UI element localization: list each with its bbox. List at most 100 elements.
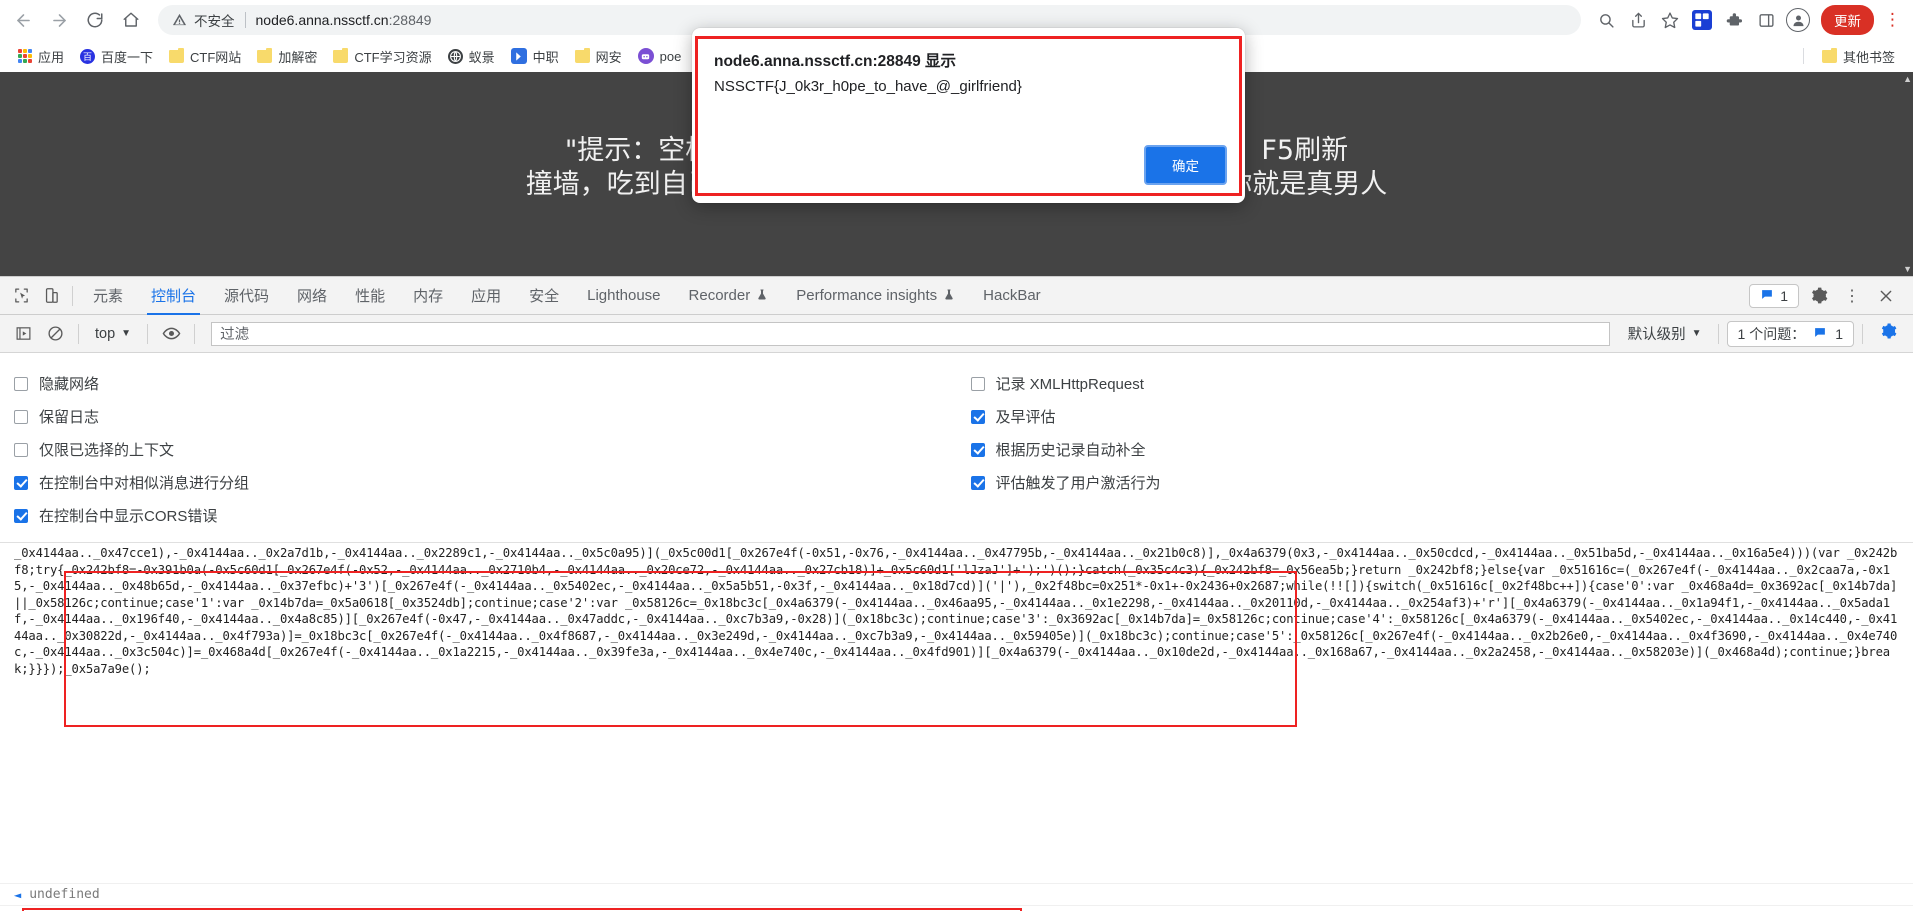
console-result-value: undefined <box>29 887 100 902</box>
extensions-puzzle-icon[interactable] <box>1719 5 1749 35</box>
bookmark-star-icon[interactable] <box>1655 5 1685 35</box>
log-level-selector[interactable]: 默认级别 ▼ <box>1620 323 1710 344</box>
dialog-ok-button[interactable]: 确定 <box>1144 145 1227 185</box>
setting-hide-network[interactable]: 隐藏网络 <box>14 367 957 400</box>
bookmark-label: poe <box>659 48 682 64</box>
devtools-settings-gear-icon[interactable] <box>1803 282 1833 310</box>
bookmark-baidu[interactable]: 百 百度一下 <box>72 44 161 69</box>
not-secure-label: 不安全 <box>194 14 235 29</box>
back-button[interactable] <box>6 3 40 37</box>
tab-lighthouse[interactable]: Lighthouse <box>573 277 674 315</box>
setting-label: 仅限已选择的上下文 <box>39 442 175 459</box>
console-settings-panel: 隐藏网络 保留日志 仅限已选择的上下文 在控制台中对相似消息进行分组 在控制台中… <box>0 353 1913 543</box>
checkbox[interactable] <box>970 475 985 490</box>
bookmark-poe[interactable]: poe <box>630 45 690 67</box>
tab-application[interactable]: 应用 <box>457 277 515 315</box>
settings-column-right: 记录 XMLHttpRequest 及早评估 根据历史记录自动补全 评估触发了用… <box>957 367 1913 532</box>
issues-count: 1 <box>1835 325 1843 342</box>
tab-security[interactable]: 安全 <box>515 277 573 315</box>
issue-bubble-icon <box>1813 326 1827 342</box>
console-output-area[interactable]: _0x4144aa.._0x47cce1),-_0x4144aa.._0x2a7… <box>0 543 1913 883</box>
bookmark-yijing[interactable]: 蚁景 <box>440 44 503 69</box>
bookmark-ctf-resources[interactable]: CTF学习资源 <box>325 44 439 69</box>
inspect-element-icon[interactable] <box>6 282 36 310</box>
setting-show-cors-errors[interactable]: 在控制台中显示CORS错误 <box>14 499 957 532</box>
execute-snippet-icon[interactable] <box>8 320 38 348</box>
device-toolbar-icon[interactable] <box>36 282 66 310</box>
profile-avatar-icon[interactable] <box>1783 5 1813 35</box>
devtools-more-options-icon[interactable]: ⋮ <box>1837 282 1867 310</box>
setting-autocomplete-from-history[interactable]: 根据历史记录自动补全 <box>970 433 1913 466</box>
setting-log-xhr[interactable]: 记录 XMLHttpRequest <box>970 367 1913 400</box>
bookmark-label: 百度一下 <box>101 49 154 65</box>
console-filter-input[interactable]: 过滤 <box>211 321 1610 346</box>
setting-user-activation[interactable]: 评估触发了用户激活行为 <box>970 466 1913 499</box>
checkbox[interactable] <box>14 475 28 490</box>
forward-button[interactable] <box>42 3 76 37</box>
devtools-panel: 元素 控制台 源代码 网络 性能 内存 应用 安全 Lighthouse Rec… <box>0 276 1913 911</box>
execution-context-label: top <box>95 325 116 342</box>
chrome-menu-icon[interactable]: ⋮ <box>1878 10 1907 30</box>
checkbox[interactable] <box>14 409 28 424</box>
omnibox-divider <box>244 12 246 28</box>
share-icon[interactable] <box>1623 5 1653 35</box>
checkbox[interactable] <box>14 376 28 391</box>
url-port: :28849 <box>388 12 432 28</box>
execution-context-selector[interactable]: top ▼ <box>87 326 139 342</box>
bookmark-crypto[interactable]: 加解密 <box>249 44 325 69</box>
message-count: 1 <box>1780 287 1788 304</box>
bookmark-apps[interactable]: 应用 <box>10 44 72 69</box>
devtools-close-icon[interactable] <box>1871 282 1901 310</box>
tab-label: 元素 <box>93 288 124 305</box>
scroll-up-icon[interactable]: ▲ <box>1903 74 1912 84</box>
setting-selected-context-only[interactable]: 仅限已选择的上下文 <box>14 433 957 466</box>
tab-memory[interactable]: 内存 <box>399 277 457 315</box>
checkbox[interactable] <box>970 409 985 424</box>
tab-performance-insights[interactable]: Performance insights <box>782 277 969 315</box>
checkbox[interactable] <box>970 376 985 391</box>
bookmark-wangan[interactable]: 网安 <box>567 44 630 69</box>
console-settings-gear-icon[interactable] <box>1871 322 1905 345</box>
tab-sources[interactable]: 源代码 <box>210 277 283 315</box>
live-expression-eye-icon[interactable] <box>156 320 186 348</box>
page-scrollbar[interactable]: ▲ ▼ <box>1899 72 1913 276</box>
tab-recorder[interactable]: Recorder <box>675 277 783 315</box>
checkbox[interactable] <box>970 442 985 457</box>
dialog-title: node6.anna.nssctf.cn:28849 显示 <box>714 53 957 70</box>
tab-hackbar[interactable]: HackBar <box>969 277 1055 315</box>
message-count-badge[interactable]: 1 <box>1749 283 1799 308</box>
folder-icon <box>257 47 273 63</box>
side-panel-icon[interactable] <box>1751 5 1781 35</box>
javascript-alert-dialog: node6.anna.nssctf.cn:28849 显示 NSSCTF{J_0… <box>692 28 1245 203</box>
folder-icon <box>169 47 185 63</box>
message-bubble-icon <box>1760 288 1774 304</box>
issues-counter-button[interactable]: 1 个问题： 1 <box>1726 320 1854 347</box>
setting-preserve-log[interactable]: 保留日志 <box>14 400 957 433</box>
setting-group-similar[interactable]: 在控制台中对相似消息进行分组 <box>14 466 957 499</box>
bookmark-label: 网安 <box>595 49 622 65</box>
checkbox[interactable] <box>14 442 28 457</box>
extension-blue-icon[interactable] <box>1687 5 1717 35</box>
setting-eager-evaluation[interactable]: 及早评估 <box>970 400 1913 433</box>
clear-console-icon[interactable] <box>40 320 70 348</box>
setting-label: 评估触发了用户激活行为 <box>995 475 1161 492</box>
update-button[interactable]: 更新 <box>1821 5 1874 35</box>
settings-column-left: 隐藏网络 保留日志 仅限已选择的上下文 在控制台中对相似消息进行分组 在控制台中… <box>0 367 957 532</box>
log-level-label: 默认级别 <box>1627 327 1686 343</box>
bookmark-zhongzhi[interactable]: 中职 <box>503 44 567 69</box>
url-domain: node6.anna.nssctf.cn <box>255 12 389 28</box>
tab-performance[interactable]: 性能 <box>341 277 399 315</box>
tab-console[interactable]: 控制台 <box>137 277 210 315</box>
filter-placeholder: 过滤 <box>220 327 250 343</box>
zoom-icon[interactable] <box>1591 5 1621 35</box>
bookmark-other[interactable]: 其他书签 <box>1814 44 1903 69</box>
bookmark-ctf-sites[interactable]: CTF网站 <box>161 44 249 69</box>
checkbox[interactable] <box>14 508 28 523</box>
folder-icon <box>574 47 590 63</box>
reload-button[interactable] <box>78 3 112 37</box>
console-input-row[interactable]: ❯ alert(_0x324fcb(0x2d9,0x2c3,0x2db,0x2f… <box>0 906 1913 911</box>
scroll-down-icon[interactable]: ▼ <box>1903 264 1912 274</box>
tab-network[interactable]: 网络 <box>283 277 341 315</box>
tab-elements[interactable]: 元素 <box>79 277 137 315</box>
home-button[interactable] <box>114 3 148 37</box>
